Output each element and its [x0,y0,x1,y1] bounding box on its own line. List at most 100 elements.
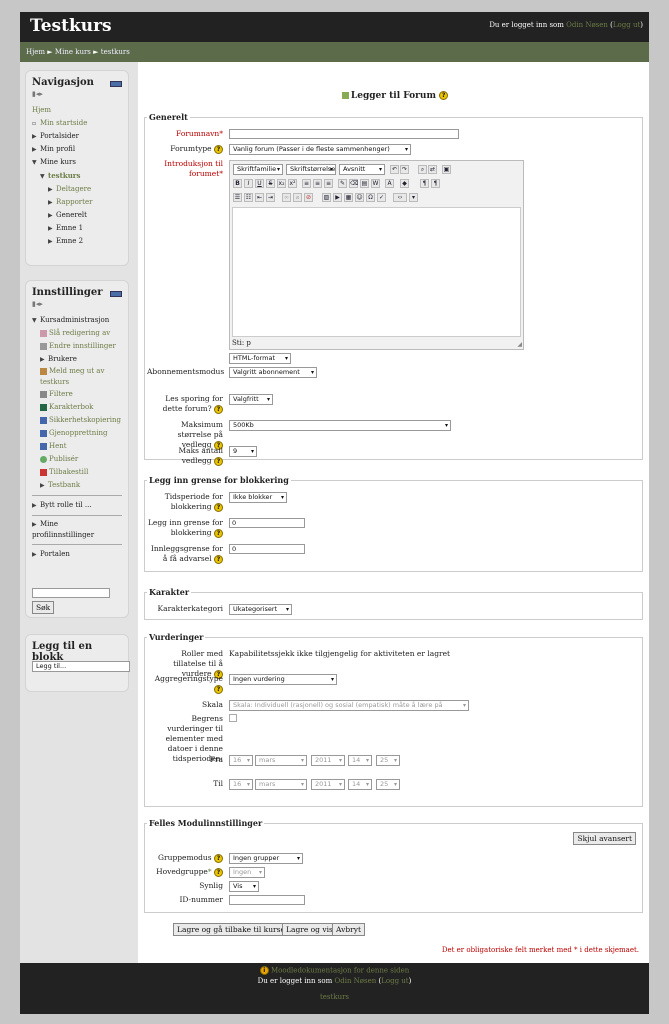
nav-portal[interactable]: ▶ Portalsider [32,130,122,143]
help-icon[interactable]: ? [214,502,223,512]
link-icon[interactable]: ∞ [282,193,291,202]
redo-icon[interactable]: ↷ [400,165,409,174]
save-display-button[interactable]: Lagre og vis [282,923,337,936]
user-link[interactable]: Odin Nøsen [566,21,608,29]
emoticon-icon[interactable]: ☺ [355,193,364,202]
grouping-select[interactable]: Ingen ▾ [229,867,265,878]
special-char-icon[interactable]: Ω [366,193,375,202]
paste-text-icon[interactable]: ▤ [360,179,369,188]
unlink-icon[interactable]: ⌀ [293,193,302,202]
footer-course-link[interactable]: testkurs [20,993,649,1001]
subscript-icon[interactable]: x₂ [277,179,286,188]
from-day-select[interactable]: 16 ▾ [229,755,253,766]
eraser-icon[interactable]: ⌫ [349,179,358,188]
nav-start[interactable]: ▫ Min startside [32,117,122,130]
bold-icon[interactable]: B [233,179,242,188]
help-icon[interactable]: ? [214,867,223,877]
settings-users[interactable]: ▶ Brukere [32,353,122,366]
scale-select[interactable]: Skala: Individuell (rasjonell) og sosial… [229,700,469,711]
fullscreen-icon[interactable]: ▣ [442,165,451,174]
footer-user-link[interactable]: Odin Nøsen [334,977,376,985]
outdent-icon[interactable]: ⇤ [255,193,264,202]
to-day-select[interactable]: 16 ▾ [229,779,253,790]
settings-reset[interactable]: Tilbakestill [32,466,122,479]
resize-handle-icon[interactable]: ◢ [517,341,522,348]
block-move-icons[interactable]: ▮◂▸ [32,300,122,308]
maxsize-select[interactable]: 500Kb ▾ [229,420,451,431]
table-icon[interactable]: ▦ [344,193,353,202]
align-center-icon[interactable]: ≡ [313,179,322,188]
ltr-icon[interactable]: ¶ [420,179,429,188]
rtl-icon[interactable]: ¶ [431,179,440,188]
from-year-select[interactable]: 2011 ▾ [311,755,345,766]
block-dock-icon[interactable] [110,291,122,297]
search-button[interactable]: Søk [32,601,55,614]
settings-publish[interactable]: Publisér [32,453,122,466]
help-icon[interactable]: ? [214,853,223,863]
nav-topic1[interactable]: ▶ Emne 1 [32,222,122,235]
breadcrumb-course[interactable]: testkurs [101,48,130,56]
settings-filters[interactable]: Filtere [32,388,122,401]
italic-icon[interactable]: I [244,179,253,188]
text-color-icon[interactable]: A [385,179,394,188]
help-icon[interactable]: ? [214,144,223,154]
help-icon[interactable]: ? [214,554,223,564]
logout-link[interactable]: Logg ut [613,21,640,29]
group-mode-select[interactable]: Ingen grupper ▾ [229,853,303,864]
nav-participants[interactable]: ▶ Deltagere [32,183,122,196]
breadcrumb-mycourses[interactable]: Mine kurs [55,48,91,56]
grade-category-select[interactable]: Ukategorisert ▾ [229,604,292,615]
format-select[interactable]: HTML-format ▾ [229,353,291,364]
breadcrumb-home[interactable]: Hjem [26,48,45,56]
bullet-list-icon[interactable]: ☰ [233,193,242,202]
font-family-select[interactable]: Skriftfamilie ▾ [233,164,283,175]
block-move-icons[interactable]: ▮◂▸ [32,90,122,98]
help-icon[interactable]: ? [439,91,449,100]
html-editor[interactable]: Skriftfamilie ▾ Skriftstørrelse ▾ Avsnitt ▾… [229,160,524,350]
clean-icon[interactable]: ✎ [338,179,347,188]
undo-icon[interactable]: ↶ [390,165,399,174]
indent-icon[interactable]: ⇥ [266,193,275,202]
nav-profile[interactable]: ▶ Min profil [32,143,122,156]
spellcheck-icon[interactable]: ✓ [377,193,386,202]
footer-logout-link[interactable]: Logg ut [381,977,408,985]
nav-home[interactable]: Hjem [32,104,122,117]
save-return-button[interactable]: Lagre og gå tilbake til kurset [173,923,292,936]
settings-profile[interactable]: ▶ Mine profilinnstillinger [32,519,122,541]
numbered-list-icon[interactable]: ☷ [244,193,253,202]
align-right-icon[interactable]: ≡ [324,179,333,188]
nav-course[interactable]: ▼ testkurs [32,169,122,183]
site-title[interactable]: Testkurs [30,16,112,36]
to-hour-select[interactable]: 14 ▾ [348,779,372,790]
show-advanced-button[interactable]: Skjul avansert [573,832,636,845]
help-icon[interactable]: ? [214,404,223,414]
doc-link[interactable]: Moodledokumentasjon for denne siden [271,967,409,975]
to-month-select[interactable]: mars ▾ [255,779,307,790]
spell-menu-icon[interactable]: ▾ [409,193,418,202]
underline-icon[interactable]: U [255,179,264,188]
settings-search-input[interactable] [32,588,110,598]
settings-admin[interactable]: ▼ Kursadministrasjon [32,314,122,327]
to-year-select[interactable]: 2011 ▾ [311,779,345,790]
forum-type-select[interactable]: Vanlig forum (Passer i de fleste sammenh… [229,144,411,155]
settings-qbank[interactable]: ▶ Testbank [32,479,122,492]
cancel-button[interactable]: Avbryt [332,923,365,936]
highlight-icon[interactable]: ◆ [400,179,409,188]
from-hour-select[interactable]: 14 ▾ [348,755,372,766]
help-icon[interactable]: ? [214,456,223,466]
strikethrough-icon[interactable]: S [266,179,275,188]
idnumber-input[interactable] [229,895,305,905]
superscript-icon[interactable]: x² [288,179,297,188]
align-left-icon[interactable]: ≡ [302,179,311,188]
format-block-select[interactable]: Avsnitt ▾ [339,164,385,175]
settings-backup[interactable]: Sikkerhetskopiering [32,414,122,427]
settings-edit[interactable]: Endre innstillinger [32,340,122,353]
paste-word-icon[interactable]: W [371,179,380,188]
from-month-select[interactable]: mars ▾ [255,755,307,766]
tracking-select[interactable]: Valgfritt ▾ [229,394,273,405]
nav-general[interactable]: ▶ Generelt [32,209,122,222]
settings-gradebook[interactable]: Karakterbok [32,401,122,414]
nav-courses[interactable]: ▼ Mine kurs [32,156,122,169]
settings-import[interactable]: Hent [32,440,122,453]
image-icon[interactable]: ▨ [322,193,331,202]
